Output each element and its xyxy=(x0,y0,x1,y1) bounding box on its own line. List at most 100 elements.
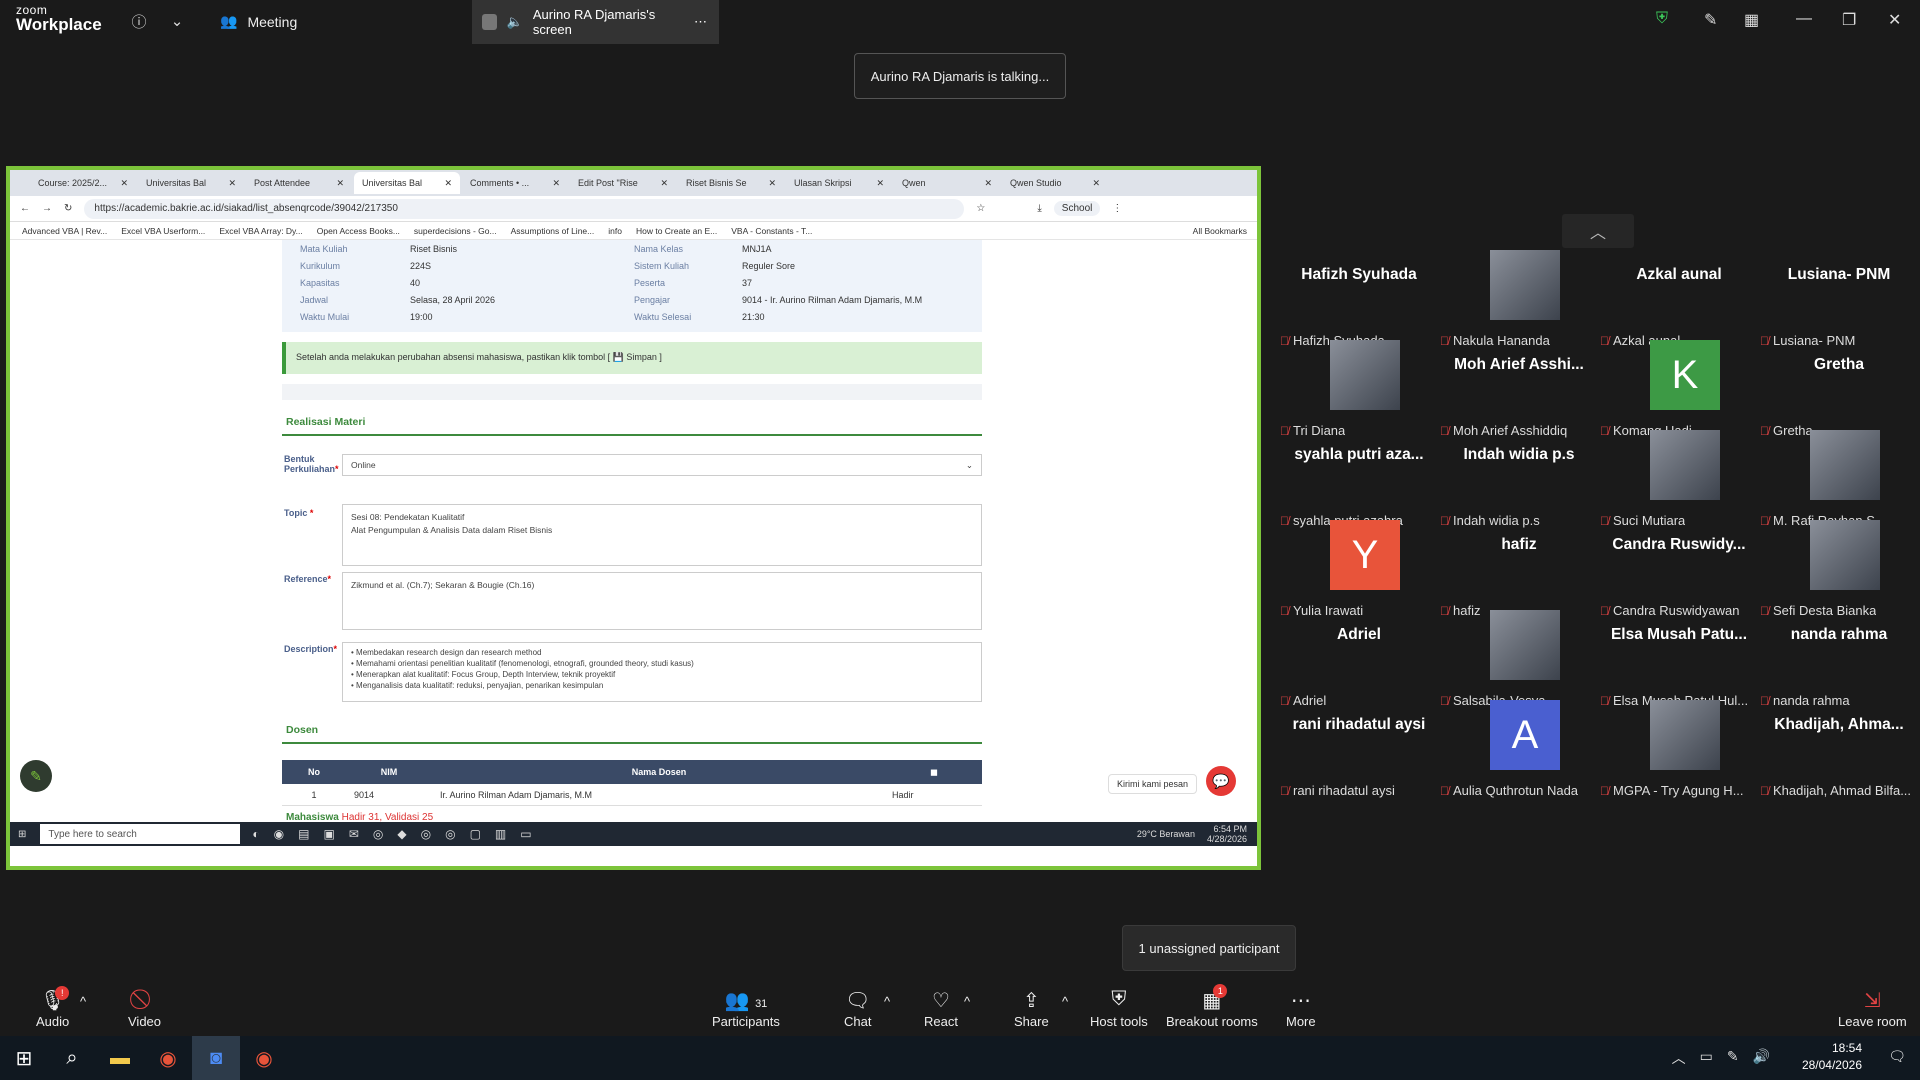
participant-tile[interactable]: Elsa Musah Patu...🎙̸Elsa Musah Patul Hul… xyxy=(1600,622,1758,708)
participant-tile[interactable]: 🎙̸Salsabila-Vesya xyxy=(1440,610,1598,708)
layout-icon[interactable]: ▦ xyxy=(1744,10,1759,30)
leave-room-button[interactable]: ⇲ Leave room xyxy=(1838,988,1907,1029)
react-button[interactable]: ♡ React xyxy=(924,988,958,1029)
download-icon[interactable]: ⤓ xyxy=(1037,203,1041,214)
audio-options-caret[interactable]: ^ xyxy=(80,994,86,1009)
browser-tab[interactable]: Comments • ... ✕ xyxy=(462,172,568,194)
bookmark-item[interactable]: Advanced VBA | Rev... xyxy=(22,226,107,236)
chat-button[interactable]: 🗨 Chat xyxy=(844,988,871,1029)
chevron-down-icon[interactable]: ⌄ xyxy=(166,10,188,32)
minimize-icon[interactable]: — xyxy=(1796,10,1812,28)
bookmark-item[interactable]: VBA - Constants - T... xyxy=(731,226,812,236)
pen-icon[interactable]: ✎ xyxy=(1727,1048,1739,1068)
browser-tab[interactable]: Qwen ✕ xyxy=(894,172,1000,194)
zoom-app-icon[interactable]: ◙ xyxy=(192,1036,240,1080)
app-icon[interactable]: ▢ xyxy=(470,827,481,841)
tab-close-icon[interactable]: ✕ xyxy=(768,178,776,189)
edge-icon[interactable]: ◉ xyxy=(274,827,284,841)
star-icon[interactable]: ☆ xyxy=(976,203,985,214)
reload-icon[interactable]: ↻ xyxy=(64,203,72,214)
chat-options-caret[interactable]: ^ xyxy=(884,994,890,1009)
bookmark-item[interactable]: Excel VBA Array: Dy... xyxy=(219,226,302,236)
notification-icon[interactable]: 🗨 xyxy=(1888,1048,1906,1065)
windows-start-icon[interactable]: ⊞ xyxy=(18,829,26,840)
annotate-icon[interactable]: ✎ xyxy=(1704,10,1717,30)
participant-tile[interactable]: nanda rahma 🎙̸ nanda rahma xyxy=(1760,622,1918,708)
browser-menu-icon[interactable]: ⋮ xyxy=(1112,203,1122,214)
browser-tab[interactable]: Qwen Studio ✕ xyxy=(1002,172,1108,194)
chrome-icon[interactable]: ◎ xyxy=(445,827,455,841)
participant-tile[interactable]: 🎙̸ MGPA - Try Agung H... xyxy=(1600,700,1758,798)
folder-icon[interactable]: ▤ xyxy=(298,827,309,841)
tab-close-icon[interactable]: ✕ xyxy=(984,178,992,189)
chat-bubble-icon[interactable]: 💬 xyxy=(1206,766,1236,796)
participants-button[interactable]: 👥 31 Participants xyxy=(712,988,780,1029)
video-button[interactable]: ⃠Video xyxy=(128,988,161,1029)
gallery-collapse-button[interactable]: ︿ xyxy=(1562,214,1634,248)
share-button[interactable]: ⇪ Share xyxy=(1014,988,1049,1029)
tray-chevron-icon[interactable]: ︿ xyxy=(1672,1048,1686,1068)
bentuk-select[interactable]: Online ⌄ xyxy=(342,454,982,476)
search-icon[interactable]: ⌕ xyxy=(48,1036,96,1080)
participant-tile[interactable]: Lusiana- PNM 🎙̸ Lusiana- PNM xyxy=(1760,262,1918,348)
select-all-checkbox[interactable]: ◼ xyxy=(886,767,982,778)
chrome-icon[interactable]: ◉ xyxy=(240,1036,288,1080)
file-explorer-icon[interactable]: ▬ xyxy=(96,1036,144,1080)
tab-close-icon[interactable]: ✕ xyxy=(876,178,884,189)
restore-icon[interactable]: ❐ xyxy=(1842,10,1856,30)
bookmark-item[interactable]: info xyxy=(608,226,622,236)
profile-chip[interactable]: School xyxy=(1053,201,1101,216)
bookmark-item[interactable]: How to Create an E... xyxy=(636,226,717,236)
bookmark-item[interactable]: Assumptions of Line... xyxy=(511,226,595,236)
mail-icon[interactable]: ✉ xyxy=(349,827,359,841)
volume-icon[interactable]: 🔊 xyxy=(1753,1048,1770,1068)
taskbar-search[interactable]: Type here to search xyxy=(40,824,241,844)
browser-tab[interactable]: Course: 2025/2... ✕ xyxy=(30,172,136,194)
more-options-icon[interactable]: ⋯ xyxy=(694,14,707,30)
network-icon[interactable]: ▭ xyxy=(1700,1048,1713,1068)
tab-close-icon[interactable]: ✕ xyxy=(228,178,236,189)
browser-tab[interactable]: Ulasan Skripsi ✕ xyxy=(786,172,892,194)
topic-textarea[interactable]: Sesi 08: Pendekatan Kualitatif Alat Peng… xyxy=(342,504,982,566)
all-bookmarks[interactable]: All Bookmarks xyxy=(1193,226,1247,236)
browser-tab[interactable]: Riset Bisnis Se ✕ xyxy=(678,172,784,194)
participant-tile[interactable]: A 🎙̸ Aulia Quthrotun Nada xyxy=(1440,700,1598,798)
reference-textarea[interactable]: Zikmund et al. (Ch.7); Sekaran & Bougie … xyxy=(342,572,982,630)
close-icon[interactable]: ✕ xyxy=(1888,10,1901,30)
react-options-caret[interactable]: ^ xyxy=(964,994,970,1009)
tab-close-icon[interactable]: ✕ xyxy=(1092,178,1100,189)
participant-tile[interactable]: hafiz 🎙̸ hafiz xyxy=(1440,532,1598,618)
participant-tile[interactable]: Moh Arief Asshi... 🎙̸ Moh Arief Asshiddiq xyxy=(1440,352,1598,438)
browser-tab[interactable]: Edit Post "Rise ✕ xyxy=(570,172,676,194)
browser-tab[interactable]: Universitas Bal ✕ xyxy=(138,172,244,194)
participant-tile[interactable]: Candra Ruswidy... 🎙̸ Candra Ruswidyawan xyxy=(1600,532,1758,618)
participant-tile[interactable]: Y 🎙̸ Yulia Irawati xyxy=(1280,520,1438,618)
store-icon[interactable]: ▣ xyxy=(323,827,334,841)
participant-tile[interactable]: Azkal aunal 🎙̸ Azkal aunal xyxy=(1600,262,1758,348)
audio-button[interactable]: 🎙! Audio xyxy=(36,986,70,1029)
participant-tile[interactable]: rani rihadatul aysi 🎙̸ rani rihadatul aysi xyxy=(1280,712,1438,798)
tab-close-icon[interactable]: ✕ xyxy=(336,178,344,189)
url-field[interactable]: https://academic.bakrie.ac.id/siakad/lis… xyxy=(84,198,965,219)
participant-tile[interactable]: 🎙̸ Tri Diana xyxy=(1280,340,1438,438)
system-clock[interactable]: 18:54 28/04/2026 xyxy=(1802,1040,1862,1074)
chrome-icon[interactable]: ◎ xyxy=(421,827,431,841)
participant-tile[interactable]: syahla putri aza...🎙̸syahla putri azahra xyxy=(1280,442,1438,528)
bookmark-item[interactable]: Excel VBA Userform... xyxy=(121,226,205,236)
participant-tile[interactable]: 🎙̸ Suci Mutiara xyxy=(1600,430,1758,528)
forward-icon[interactable]: → xyxy=(42,203,52,214)
annotation-pencil-icon[interactable]: ✎ xyxy=(20,760,52,792)
breakout-rooms-button[interactable]: ▦ 1 Breakout rooms xyxy=(1166,984,1258,1029)
zoom-icon[interactable]: ▭ xyxy=(520,827,531,841)
participant-tile[interactable]: Gretha 🎙̸ Gretha xyxy=(1760,352,1918,438)
app-icon[interactable]: ◐ xyxy=(252,827,259,841)
participant-tile[interactable]: Hafizh Syuhada🎙̸Hafizh Syuhada xyxy=(1280,262,1438,348)
more-button[interactable]: ⋯ More xyxy=(1286,988,1316,1029)
chrome-icon[interactable]: ◎ xyxy=(373,827,383,841)
back-icon[interactable]: ← xyxy=(20,203,30,214)
chrome-icon[interactable]: ◉ xyxy=(144,1036,192,1080)
windows-start-icon[interactable]: ⊞ xyxy=(0,1036,48,1080)
tab-close-icon[interactable]: ✕ xyxy=(444,178,452,189)
host-tools-button[interactable]: ⛨ Host tools xyxy=(1090,988,1148,1029)
participant-tile[interactable]: Indah widia p.s 🎙̸ Indah widia p.s xyxy=(1440,442,1598,528)
